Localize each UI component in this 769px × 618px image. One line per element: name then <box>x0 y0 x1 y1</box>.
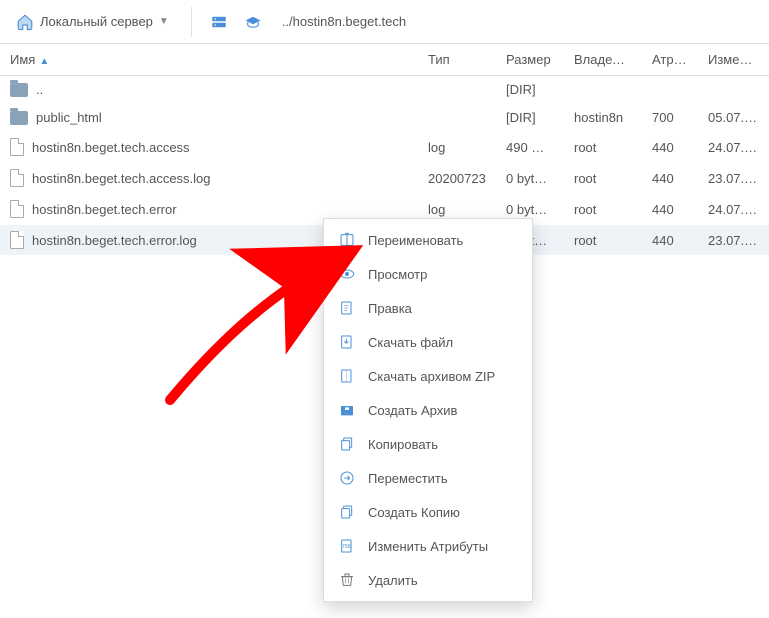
context-item-label: Создать Копию <box>368 505 460 520</box>
context-item-delete[interactable]: Удалить <box>324 563 532 597</box>
cell-modified: 23.07.2020 18: <box>698 163 769 194</box>
col-type-header[interactable]: Тип <box>418 44 496 76</box>
server-label: Локальный сервер <box>40 14 153 29</box>
cell-owner: root <box>564 163 642 194</box>
change-attr-icon: 755 <box>338 537 356 555</box>
context-item-label: Правка <box>368 301 412 316</box>
cell-modified: 23.07.2020 18: <box>698 225 769 256</box>
toolbar: Локальный сервер ▼ ../hostin8n.beget.tec… <box>0 0 769 44</box>
context-item-label: Создать Архив <box>368 403 457 418</box>
cell-size: [DIR] <box>496 104 564 132</box>
col-size-header[interactable]: Размер <box>496 44 564 76</box>
file-name: hostin8n.beget.tech.error.log <box>32 233 197 248</box>
download-zip-icon <box>338 367 356 385</box>
context-item-view[interactable]: Просмотр <box>324 257 532 291</box>
cell-type <box>418 104 496 132</box>
cell-size: [DIR] <box>496 76 564 104</box>
col-name-header[interactable]: Имя▲ <box>0 44 418 76</box>
cell-attr <box>642 76 698 104</box>
file-name: hostin8n.beget.tech.error <box>32 202 177 217</box>
cell-attr: 440 <box>642 132 698 163</box>
cell-attr: 700 <box>642 104 698 132</box>
table-header-row: Имя▲ Тип Размер Владелец Атри… Изменён <box>0 44 769 76</box>
move-icon <box>338 469 356 487</box>
context-item-label: Копировать <box>368 437 438 452</box>
file-name: .. <box>36 82 43 97</box>
view-icon <box>338 265 356 283</box>
rename-icon <box>338 231 356 249</box>
file-icon <box>10 200 24 218</box>
context-item-label: Переместить <box>368 471 448 486</box>
file-name: public_html <box>36 110 102 125</box>
server-icon-button[interactable] <box>206 9 232 35</box>
table-row[interactable]: hostin8n.beget.tech.access.log 202007230 … <box>0 163 769 194</box>
breadcrumb[interactable]: ../hostin8n.beget.tech <box>274 14 406 29</box>
cell-owner: hostin8n <box>564 104 642 132</box>
table-row[interactable]: .. [DIR] <box>0 76 769 104</box>
context-item-label: Просмотр <box>368 267 427 282</box>
context-item-label: Переименовать <box>368 233 463 248</box>
context-item-rename[interactable]: Переименовать <box>324 223 532 257</box>
home-icon <box>16 13 34 31</box>
create-copy-icon <box>338 503 356 521</box>
cell-owner: root <box>564 194 642 225</box>
file-icon <box>10 231 24 249</box>
cell-modified: 24.07.2020 13: <box>698 132 769 163</box>
download-icon <box>338 333 356 351</box>
context-item-copy[interactable]: Копировать <box>324 427 532 461</box>
cell-attr: 440 <box>642 225 698 256</box>
cell-owner: root <box>564 132 642 163</box>
cell-type: log <box>418 132 496 163</box>
context-menu: Переименовать Просмотр Правка Скачать файл С… <box>323 218 533 602</box>
cell-type <box>418 76 496 104</box>
folder-icon <box>10 111 28 125</box>
toolbar-divider <box>191 7 192 37</box>
context-item-label: Скачать архивом ZIP <box>368 369 495 384</box>
context-item-label: Изменить Атрибуты <box>368 539 488 554</box>
context-item-download-zip[interactable]: Скачать архивом ZIP <box>324 359 532 393</box>
cell-owner <box>564 76 642 104</box>
cell-attr: 440 <box>642 163 698 194</box>
cell-modified: 05.07.2020 22: <box>698 104 769 132</box>
context-item-download[interactable]: Скачать файл <box>324 325 532 359</box>
svg-text:755: 755 <box>342 544 351 550</box>
hat-icon-button[interactable] <box>240 9 266 35</box>
caret-down-icon: ▼ <box>159 16 169 27</box>
cell-modified: 24.07.2020 00: <box>698 194 769 225</box>
edit-icon <box>338 299 356 317</box>
col-modified-header[interactable]: Изменён <box>698 44 769 76</box>
cell-type: 20200723 <box>418 163 496 194</box>
context-item-create-archive[interactable]: Создать Архив <box>324 393 532 427</box>
col-owner-header[interactable]: Владелец <box>564 44 642 76</box>
col-attr-header[interactable]: Атри… <box>642 44 698 76</box>
local-server-button[interactable]: Локальный сервер ▼ <box>8 9 177 35</box>
context-item-label: Удалить <box>368 573 418 588</box>
cell-attr: 440 <box>642 194 698 225</box>
cell-size: 490 … <box>496 132 564 163</box>
file-icon <box>10 138 24 156</box>
sort-asc-icon: ▲ <box>39 56 49 67</box>
cell-size: 0 byt… <box>496 163 564 194</box>
context-item-label: Скачать файл <box>368 335 453 350</box>
folder-icon <box>10 83 28 97</box>
context-item-create-copy[interactable]: Создать Копию <box>324 495 532 529</box>
create-archive-icon <box>338 401 356 419</box>
file-name: hostin8n.beget.tech.access <box>32 140 190 155</box>
cell-owner: root <box>564 225 642 256</box>
copy-icon <box>338 435 356 453</box>
file-icon <box>10 169 24 187</box>
context-item-change-attr[interactable]: 755 Изменить Атрибуты <box>324 529 532 563</box>
cell-modified <box>698 76 769 104</box>
context-item-move[interactable]: Переместить <box>324 461 532 495</box>
table-row[interactable]: public_html [DIR]hostin8n70005.07.2020 22… <box>0 104 769 132</box>
delete-icon <box>338 571 356 589</box>
context-item-edit[interactable]: Правка <box>324 291 532 325</box>
table-row[interactable]: hostin8n.beget.tech.access log490 …root44… <box>0 132 769 163</box>
file-name: hostin8n.beget.tech.access.log <box>32 171 211 186</box>
